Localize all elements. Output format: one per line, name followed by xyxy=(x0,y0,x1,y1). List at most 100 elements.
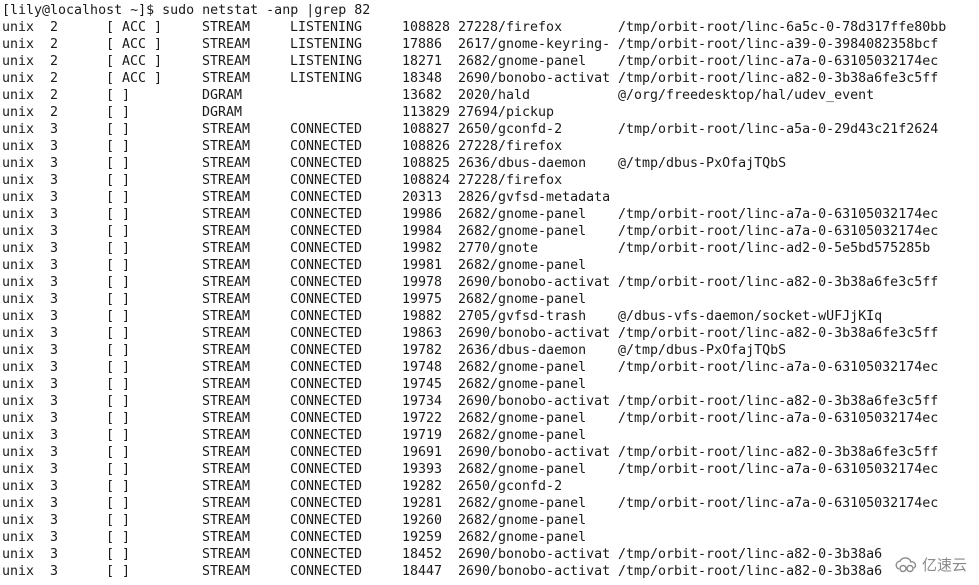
cell-inode: 18452 xyxy=(402,547,443,562)
cell-pid: 2617/gnome-keyring- xyxy=(458,37,611,52)
cell-path: /tmp/orbit-root/linc-a7a-0-63105032174ec xyxy=(618,54,939,69)
cell-inode: 108828 xyxy=(402,20,451,35)
cell-state: CONNECTED xyxy=(290,326,363,341)
cell-type: STREAM xyxy=(202,479,251,494)
cell-proto: unix xyxy=(2,20,35,35)
cell-state: CONNECTED xyxy=(290,241,363,256)
cell-proto: unix xyxy=(2,190,35,205)
cell-state: LISTENING xyxy=(290,71,363,86)
cell-flags: [ ACC ] xyxy=(106,20,163,35)
cell-flags: [ ] xyxy=(106,292,131,307)
cell-refcnt: 2 xyxy=(50,54,59,69)
cell-flags: [ ] xyxy=(106,122,131,137)
cell-proto: unix xyxy=(2,394,35,409)
cell-refcnt: 3 xyxy=(50,513,59,528)
cell-proto: unix xyxy=(2,224,35,239)
cell-flags: [ ] xyxy=(106,445,131,460)
cell-type: STREAM xyxy=(202,173,251,188)
cell-pid: 2682/gnome-panel xyxy=(458,377,587,392)
netstat-row: unix 2 [ ] DGRAM 13682 2020/hald @/org/freedes… xyxy=(2,87,979,104)
netstat-row: unix 3 [ ] STREAM CONNECTED 19259 2682/gnome-p… xyxy=(2,529,979,546)
cell-type: STREAM xyxy=(202,547,251,562)
cell-refcnt: 3 xyxy=(50,292,59,307)
cell-inode: 19982 xyxy=(402,241,443,256)
cell-proto: unix xyxy=(2,445,35,460)
cell-flags: [ ] xyxy=(106,258,131,273)
cell-path: @/dbus-vfs-daemon/socket-wUFJjKIq xyxy=(618,309,883,324)
cell-inode: 108825 xyxy=(402,156,451,171)
cell-type: STREAM xyxy=(202,275,251,290)
cell-path: /tmp/orbit-root/linc-a7a-0-63105032174ec xyxy=(618,224,939,239)
cell-refcnt: 2 xyxy=(50,105,59,120)
cell-type: STREAM xyxy=(202,241,251,256)
cell-refcnt: 3 xyxy=(50,547,59,562)
cell-type: STREAM xyxy=(202,156,251,171)
cell-pid: 2682/gnome-panel xyxy=(458,224,587,239)
cell-inode: 19984 xyxy=(402,224,443,239)
cell-path: /tmp/orbit-root/linc-a82-0-3b38a6fe3c5ff xyxy=(618,326,939,341)
cell-path: /tmp/orbit-root/linc-a7a-0-63105032174ec xyxy=(618,360,939,375)
cell-proto: unix xyxy=(2,37,35,52)
cell-proto: unix xyxy=(2,411,35,426)
cell-state: CONNECTED xyxy=(290,564,363,579)
cell-inode: 19259 xyxy=(402,530,443,545)
cell-inode: 108827 xyxy=(402,122,451,137)
cell-proto: unix xyxy=(2,326,35,341)
cell-inode: 20313 xyxy=(402,190,443,205)
cell-refcnt: 3 xyxy=(50,530,59,545)
terminal-output[interactable]: [lily@localhost ~]$ sudo netstat -anp |g… xyxy=(2,2,979,585)
netstat-row: unix 3 [ ] STREAM CONNECTED 19748 2682/gnome-p… xyxy=(2,359,979,376)
cell-refcnt: 3 xyxy=(50,156,59,171)
cell-inode: 108826 xyxy=(402,139,451,154)
cell-state: CONNECTED xyxy=(290,513,363,528)
cell-type: STREAM xyxy=(202,462,251,477)
cell-refcnt: 3 xyxy=(50,445,59,460)
cell-flags: [ ] xyxy=(106,224,131,239)
cell-path: /tmp/orbit-root/linc-a39-0-3984082358bcf xyxy=(618,37,939,52)
netstat-rows: unix 2 [ ACC ] STREAM LISTENING 108828 27228/f… xyxy=(2,19,979,580)
cell-pid: 2682/gnome-panel xyxy=(458,462,587,477)
cell-path: /tmp/orbit-root/linc-a82-0-3b38a6fe3c5ff xyxy=(618,275,939,290)
cell-type: DGRAM xyxy=(202,88,243,103)
cell-path: @/org/freedesktop/hal/udev_event xyxy=(618,88,875,103)
cell-type: STREAM xyxy=(202,513,251,528)
cell-pid: 2690/bonobo-activat xyxy=(458,326,611,341)
cell-proto: unix xyxy=(2,377,35,392)
netstat-row: unix 3 [ ] STREAM CONNECTED 19281 2682/gnome-p… xyxy=(2,495,979,512)
cell-type: STREAM xyxy=(202,37,251,52)
cell-refcnt: 2 xyxy=(50,20,59,35)
cell-flags: [ ] xyxy=(106,411,131,426)
cell-refcnt: 3 xyxy=(50,224,59,239)
cell-proto: unix xyxy=(2,54,35,69)
cell-pid: 2682/gnome-panel xyxy=(458,428,587,443)
cell-proto: unix xyxy=(2,360,35,375)
cell-pid: 2682/gnome-panel xyxy=(458,496,587,511)
cell-pid: 27228/firefox xyxy=(458,20,563,35)
cell-inode: 19282 xyxy=(402,479,443,494)
cell-flags: [ ] xyxy=(106,207,131,222)
cell-refcnt: 3 xyxy=(50,479,59,494)
netstat-row: unix 3 [ ] STREAM CONNECTED 20313 2826/gvfsd-m… xyxy=(2,189,979,206)
netstat-row: unix 3 [ ] STREAM CONNECTED 19982 2770/gnote/t… xyxy=(2,240,979,257)
netstat-row: unix 3 [ ] STREAM CONNECTED 108827 2650/gconfd… xyxy=(2,121,979,138)
cell-flags: [ ] xyxy=(106,275,131,290)
cell-path: @/tmp/dbus-PxOfajTQbS xyxy=(618,156,787,171)
cell-type: STREAM xyxy=(202,122,251,137)
cell-proto: unix xyxy=(2,71,35,86)
cell-pid: 2690/bonobo-activat xyxy=(458,275,611,290)
netstat-row: unix 3 [ ] STREAM CONNECTED 19782 2636/dbus-da… xyxy=(2,342,979,359)
cell-inode: 19882 xyxy=(402,309,443,324)
cell-pid: 2636/dbus-daemon xyxy=(458,343,587,358)
cell-path: /tmp/orbit-root/linc-a82-0-3b38a6 xyxy=(618,547,883,562)
cell-type: STREAM xyxy=(202,20,251,35)
cell-state: CONNECTED xyxy=(290,479,363,494)
netstat-row: unix 3 [ ] STREAM CONNECTED 19882 2705/gvfsd-t… xyxy=(2,308,979,325)
cell-refcnt: 2 xyxy=(50,37,59,52)
cell-flags: [ ] xyxy=(106,139,131,154)
cell-state: CONNECTED xyxy=(290,156,363,171)
cell-path: /tmp/orbit-root/linc-a7a-0-63105032174ec xyxy=(618,462,939,477)
cell-state: CONNECTED xyxy=(290,173,363,188)
netstat-row: unix 3 [ ] STREAM CONNECTED 19745 2682/gnome-p… xyxy=(2,376,979,393)
cell-refcnt: 2 xyxy=(50,71,59,86)
cell-refcnt: 3 xyxy=(50,190,59,205)
